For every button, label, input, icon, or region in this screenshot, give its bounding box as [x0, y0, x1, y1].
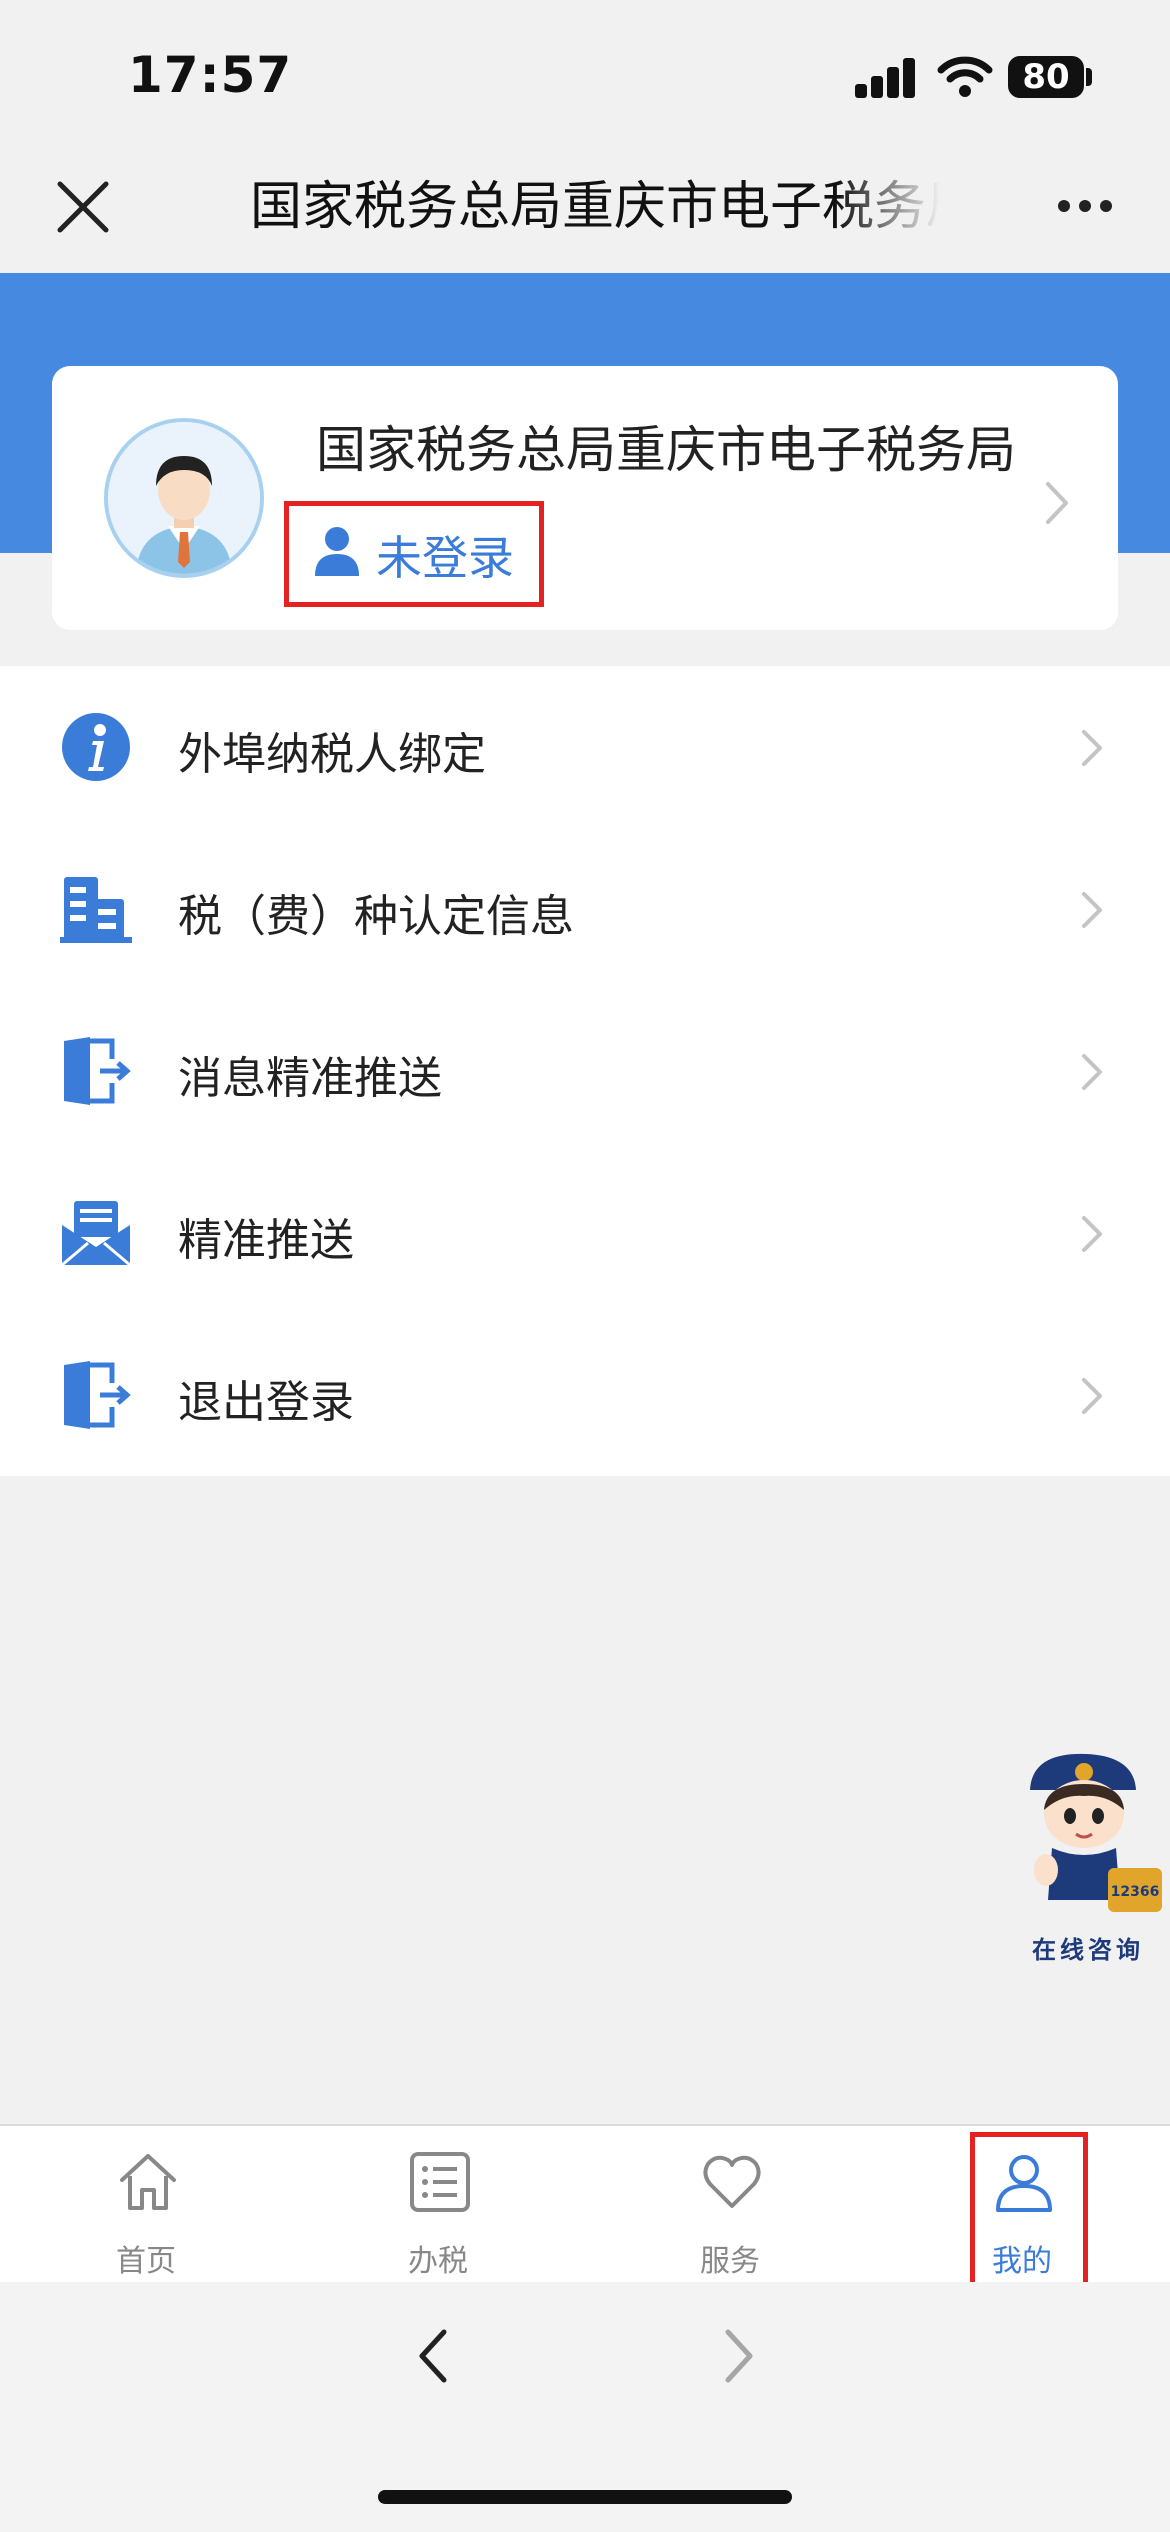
chevron-right-icon	[1046, 482, 1068, 524]
avatar	[104, 418, 264, 578]
cellular-signal-icon	[855, 56, 917, 98]
door-exit-icon	[64, 1037, 131, 1105]
home-icon	[120, 2154, 176, 2210]
menu-list: 外埠纳税人绑定 税（费）种认定信息 消息精准推送 精准推送 退出登录	[0, 666, 1170, 1476]
online-consult-label[interactable]: 在线咨询	[1032, 1930, 1144, 1965]
tab-service[interactable]: 服务	[584, 2126, 876, 2282]
tab-home[interactable]: 首页	[0, 2126, 292, 2282]
heart-icon	[703, 2155, 761, 2208]
wifi-icon	[937, 56, 993, 97]
building-icon	[60, 877, 132, 943]
menu-item-tax-type-info[interactable]: 税（费）种认定信息	[0, 828, 1170, 990]
info-icon	[62, 713, 130, 781]
menu-item-label: 退出登录	[178, 1377, 354, 1428]
battery-indicator: 80	[1008, 56, 1084, 98]
chevron-right-icon	[1082, 892, 1102, 928]
menu-item-label: 消息精准推送	[178, 1053, 442, 1104]
chevron-right-icon	[1082, 1378, 1102, 1414]
tab-label: 首页	[116, 2244, 176, 2279]
active-tab-highlight	[970, 2132, 1088, 2292]
envelope-icon	[61, 1201, 131, 1267]
page-title: 国家税务总局重庆市电子税务局	[250, 177, 940, 237]
menu-item-taxpayer-binding[interactable]: 外埠纳税人绑定	[0, 666, 1170, 828]
chevron-right-icon	[1082, 1054, 1102, 1090]
back-arrow-icon[interactable]	[414, 2326, 454, 2386]
user-icon	[315, 527, 359, 576]
close-icon[interactable]	[52, 176, 114, 238]
org-name: 国家税务总局重庆市电子税务局	[316, 421, 1016, 479]
door-exit-icon	[64, 1361, 131, 1429]
status-time: 17:57	[128, 46, 293, 104]
menu-item-logout[interactable]: 退出登录	[0, 1314, 1170, 1476]
menu-item-label: 税（费）种认定信息	[178, 891, 574, 942]
tab-label: 办税	[408, 2244, 468, 2279]
menu-item-label: 精准推送	[178, 1215, 354, 1266]
menu-item-message-push[interactable]: 消息精准推送	[0, 990, 1170, 1152]
home-indicator	[378, 2490, 792, 2504]
chevron-right-icon	[1082, 730, 1102, 766]
forward-arrow-icon[interactable]	[718, 2326, 758, 2386]
list-icon	[410, 2152, 470, 2212]
tab-tax[interactable]: 办税	[292, 2126, 584, 2282]
menu-item-precise-push[interactable]: 精准推送	[0, 1152, 1170, 1314]
more-options-icon[interactable]	[1050, 188, 1120, 224]
tab-label: 服务	[700, 2244, 760, 2279]
menu-item-label: 外埠纳税人绑定	[178, 729, 486, 780]
mascot-badge: 12366	[1111, 1884, 1160, 1900]
battery-tip	[1086, 68, 1092, 86]
login-status-link[interactable]: 未登录	[376, 522, 514, 588]
chevron-right-icon	[1082, 1216, 1102, 1252]
